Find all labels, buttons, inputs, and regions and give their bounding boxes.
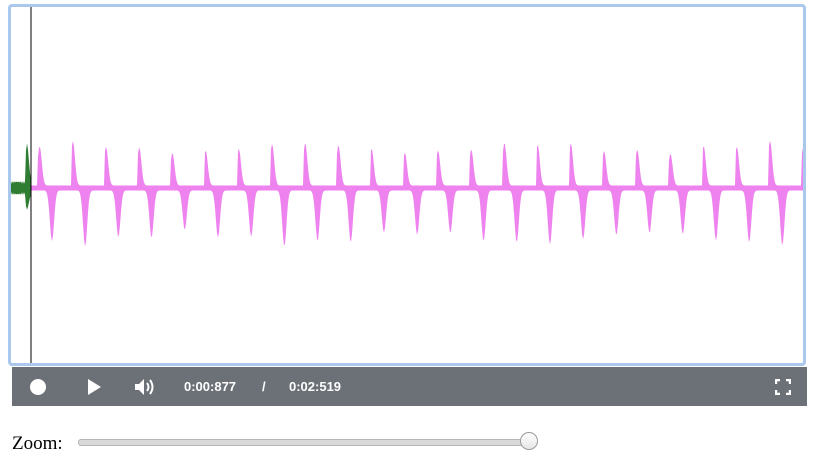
zoom-slider-track[interactable]	[78, 439, 534, 446]
play-button[interactable]	[82, 367, 106, 406]
fullscreen-button[interactable]	[772, 367, 794, 406]
record-button[interactable]	[26, 367, 50, 406]
current-time: 0:00:877	[184, 379, 237, 394]
record-icon	[30, 378, 46, 395]
waveform-view[interactable]	[8, 4, 806, 366]
time-separator: /	[262, 379, 266, 394]
total-time: 0:02:519	[289, 379, 342, 394]
volume-button[interactable]	[132, 367, 158, 406]
zoom-control: Zoom:	[12, 430, 572, 456]
volume-icon	[135, 378, 154, 395]
waveform-played	[11, 143, 31, 210]
waveform-unplayed	[31, 140, 803, 247]
player-controls-bar: 0:00:877 / 0:02:519	[12, 367, 807, 406]
waveform-svg[interactable]	[11, 7, 803, 363]
zoom-label: Zoom:	[12, 433, 63, 454]
waveform-group	[11, 140, 803, 247]
fullscreen-icon	[775, 378, 791, 395]
play-icon	[88, 378, 101, 395]
zoom-slider-thumb[interactable]	[520, 432, 538, 450]
